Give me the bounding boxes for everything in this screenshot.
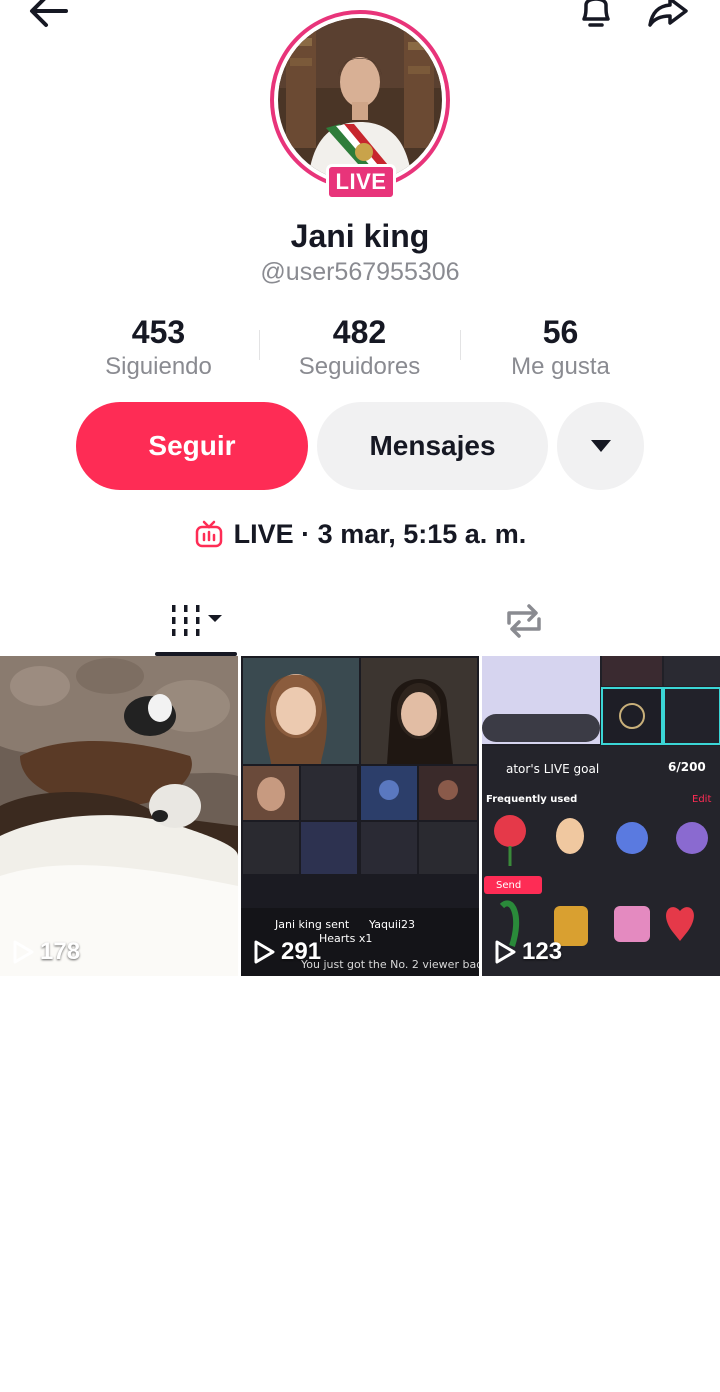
view-count: 178 — [12, 938, 80, 966]
view-count-value: 123 — [522, 938, 563, 965]
stat-following-value: 453 — [131, 314, 186, 350]
stat-followers-value: 482 — [332, 314, 387, 350]
play-icon — [13, 940, 34, 964]
gift-edit-link: Edit — [692, 794, 712, 805]
live-goal-title: ator's LIVE goal — [506, 762, 600, 776]
viewer-badge-message: You just got the No. 2 viewer badge — [301, 958, 479, 971]
view-count: 291 — [253, 938, 321, 966]
follow-button[interactable]: Seguir — [76, 402, 308, 490]
view-count-value: 291 — [281, 938, 322, 965]
live-goal-count: 6/200 — [668, 760, 706, 774]
video-grid: 178 Jani king sent Yaquii23 Hearts x1 Yo… — [0, 656, 720, 976]
share-icon[interactable] — [638, 0, 698, 36]
play-icon — [254, 940, 275, 964]
play-icon — [495, 940, 516, 964]
bell-icon[interactable] — [566, 0, 626, 36]
view-count-value: 178 — [40, 938, 81, 965]
gift-message-item: Hearts x1 — [319, 932, 373, 945]
stat-following-label: Siguiendo — [105, 353, 212, 380]
message-button[interactable]: Mensajes — [317, 402, 548, 490]
stat-divider — [460, 330, 461, 360]
gift-message-sender: Jani king sent — [275, 918, 350, 931]
more-options-button[interactable] — [557, 402, 644, 490]
avatar-photo — [278, 18, 442, 182]
gift-section-label: Frequently used — [486, 794, 578, 805]
stat-following[interactable]: 453 Siguiendo — [58, 312, 259, 384]
view-count: 123 — [494, 938, 562, 966]
caret-down-icon — [590, 440, 611, 452]
profile-handle: @user567955306 — [260, 258, 460, 286]
live-event[interactable]: LIVE · 3 mar, 5:15 a. m. — [0, 514, 720, 554]
tab-reposts[interactable] — [483, 586, 565, 656]
live-tv-icon — [195, 520, 222, 548]
grid-icon — [172, 605, 222, 636]
profile-name: Jani king — [290, 218, 430, 254]
stat-followers[interactable]: 482 Seguidores — [259, 312, 460, 384]
stat-followers-label: Seguidores — [298, 353, 421, 380]
video-thumbnail[interactable]: ator's LIVE goal 6/200 Frequently used E… — [482, 656, 720, 976]
gift-message-recipient: Yaquii23 — [369, 918, 416, 931]
live-badge[interactable]: LIVE — [326, 164, 396, 200]
live-event-text: LIVE · 3 mar, 5:15 a. m. — [233, 518, 527, 549]
stat-likes[interactable]: 56 Me gusta — [460, 312, 661, 384]
stat-divider — [259, 330, 260, 360]
profile-avatar[interactable]: LIVE — [270, 10, 450, 200]
stat-likes-value: 56 — [542, 314, 579, 350]
content-tabs — [0, 586, 720, 656]
profile-stats: 453 Siguiendo 482 Seguidores 56 Me gusta — [58, 312, 662, 384]
gift-send-button: Send — [496, 880, 522, 891]
stat-likes-label: Me gusta — [511, 353, 610, 380]
back-arrow-icon[interactable] — [18, 0, 78, 36]
video-thumbnail[interactable]: 178 — [0, 656, 238, 976]
video-thumbnail[interactable]: Jani king sent Yaquii23 Hearts x1 You ju… — [241, 656, 479, 976]
tab-videos[interactable] — [155, 586, 237, 656]
repost-icon — [507, 604, 541, 638]
